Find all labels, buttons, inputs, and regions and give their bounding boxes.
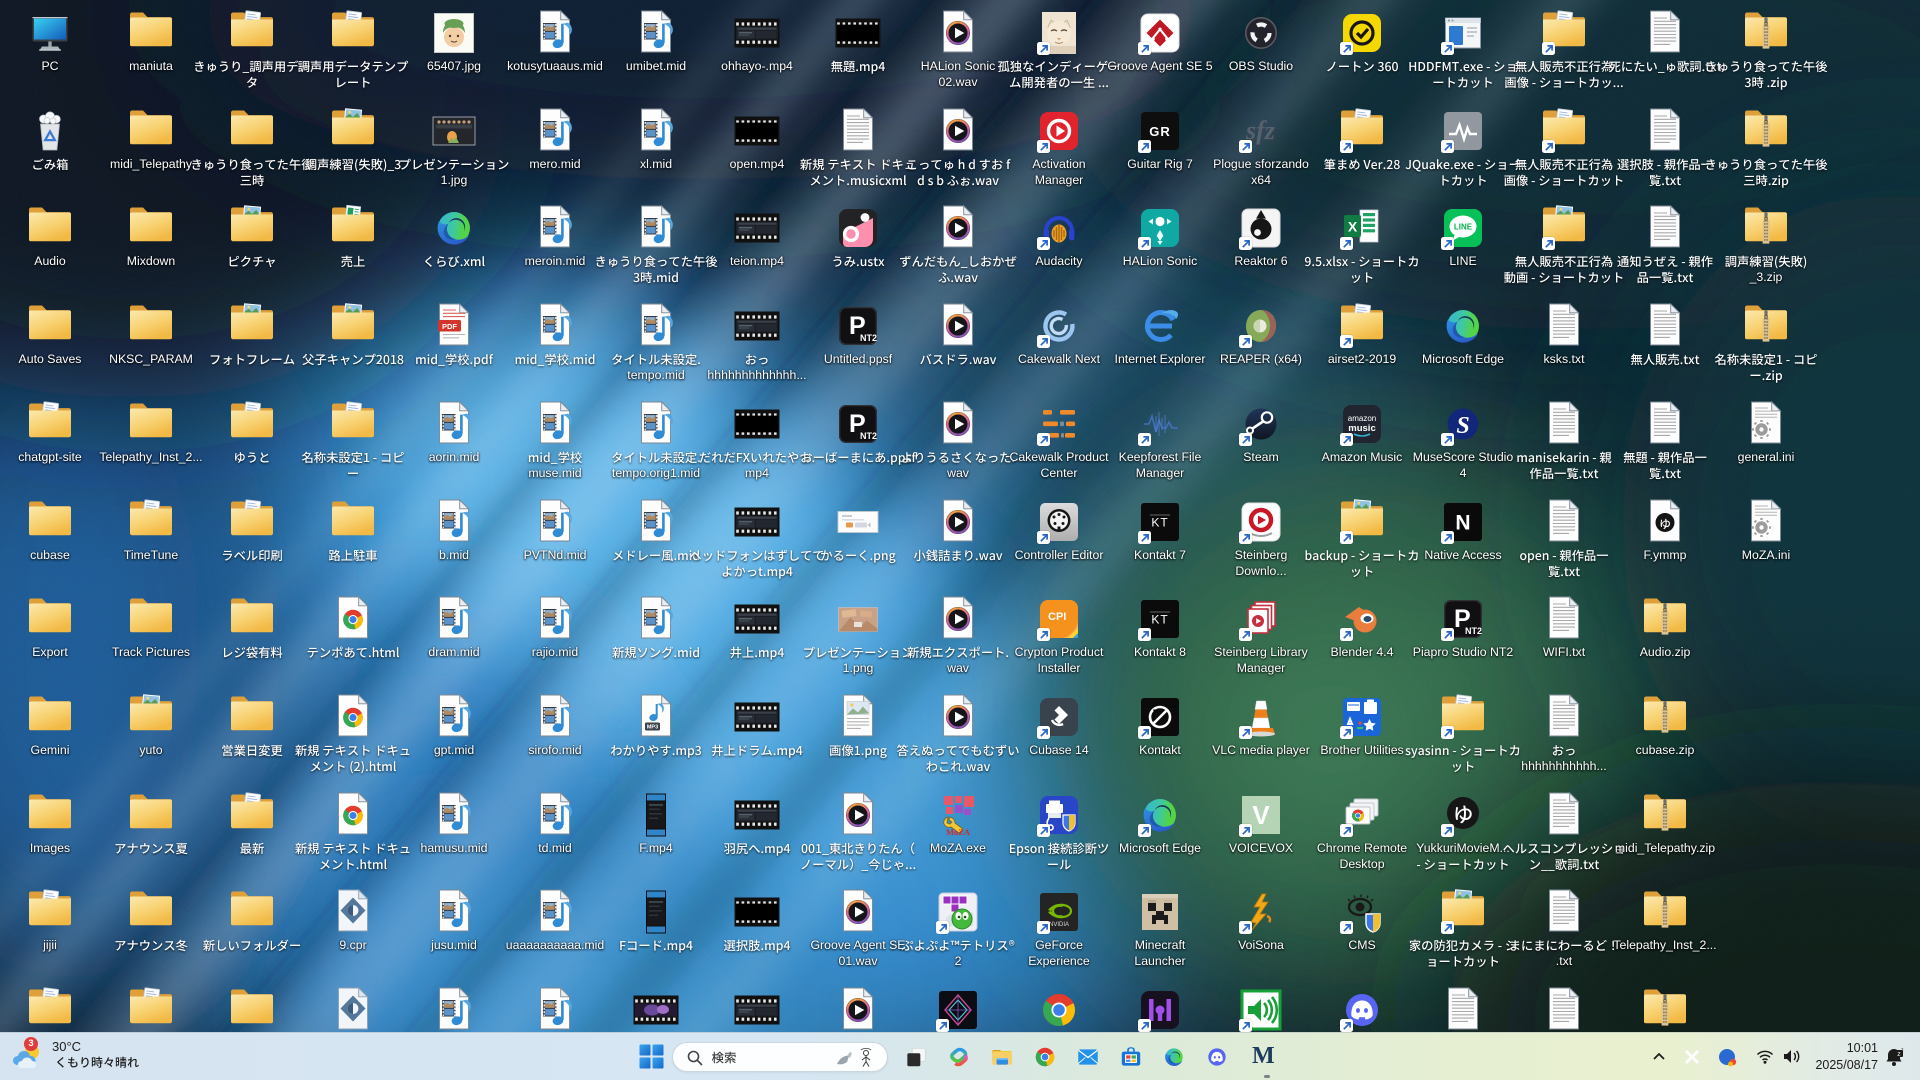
svg-text:z: z <box>1901 1048 1904 1054</box>
